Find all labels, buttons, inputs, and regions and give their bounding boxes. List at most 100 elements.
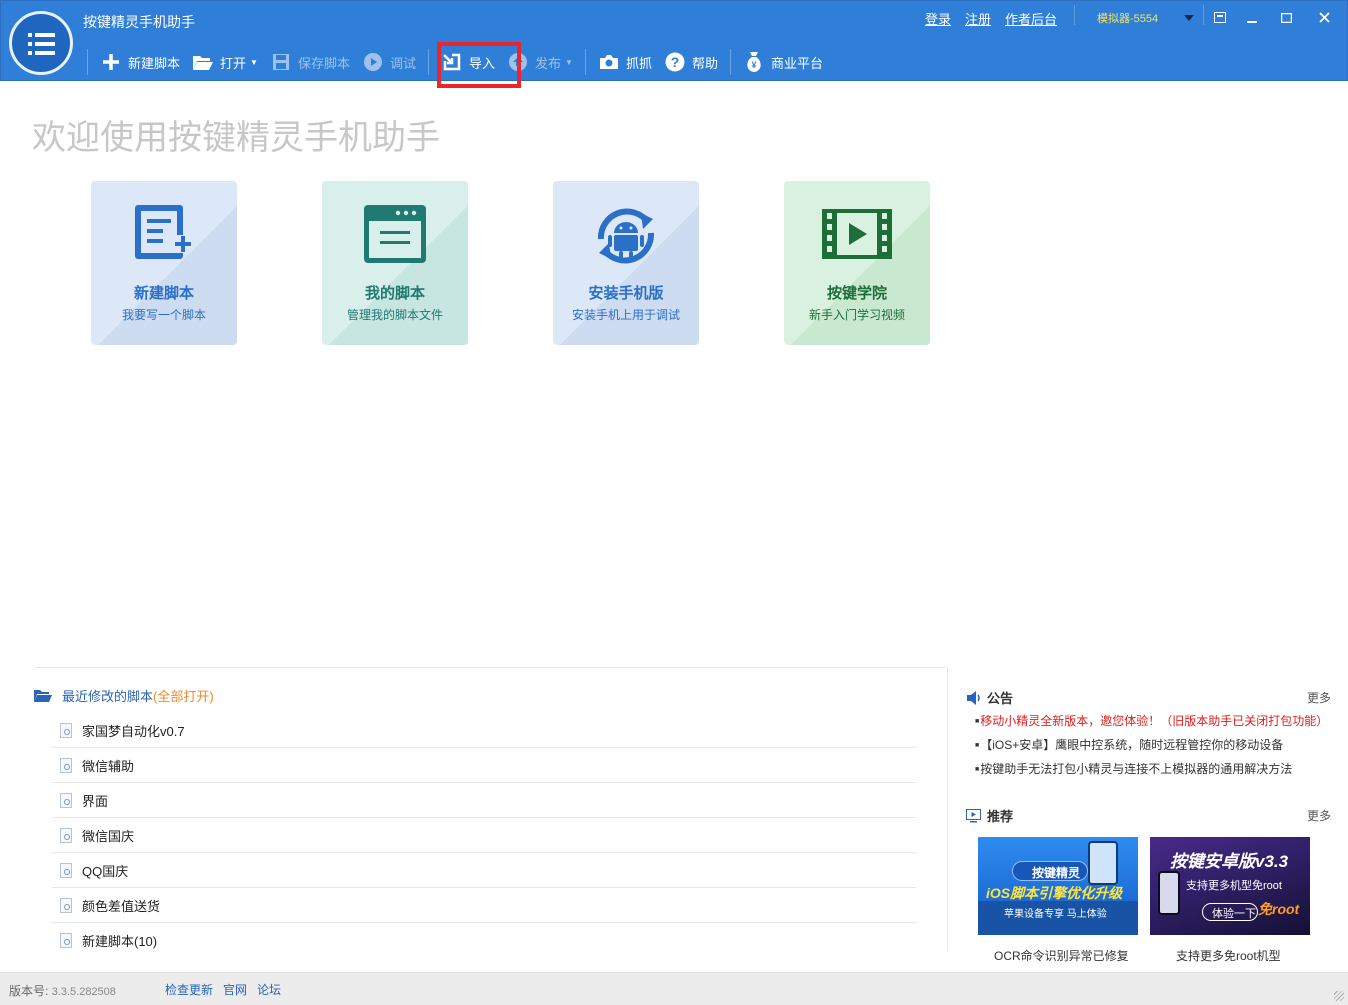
list-item-label: 颜色差值送货 (82, 898, 161, 914)
emulator-selector[interactable]: 模拟器-5554 (1097, 10, 1158, 26)
save-script-label: 保存脚本 (297, 55, 350, 71)
import-highlight-box (437, 42, 521, 88)
script-window-icon (364, 205, 426, 263)
camera-icon (598, 51, 620, 73)
play-icon (362, 51, 384, 73)
save-script-button[interactable]: 保存脚本 (264, 47, 356, 77)
maximize-icon (1280, 12, 1292, 24)
list-item[interactable]: 新建脚本(10) (52, 923, 916, 958)
new-script-icon (135, 205, 192, 259)
open-all-link[interactable]: (全部打开) (153, 686, 214, 705)
phone-icon (1088, 841, 1118, 885)
close-button[interactable] (1313, 7, 1335, 29)
list-item[interactable]: QQ国庆 (52, 853, 916, 888)
register-link[interactable]: 注册 (965, 9, 991, 28)
announcements-header: 公告 (966, 688, 1013, 707)
card-title: 我的脚本 (364, 285, 425, 302)
banner-badge: 免root (1258, 901, 1300, 917)
video-film-icon (822, 209, 892, 259)
main-menu-button[interactable] (9, 11, 73, 75)
debug-label: 调试 (389, 55, 416, 71)
list-item[interactable]: 界面 (52, 783, 916, 818)
open-label: 打开 (220, 55, 247, 71)
script-file-icon (60, 792, 72, 808)
card-my-scripts[interactable]: 我的脚本 管理我的脚本文件 (322, 181, 468, 345)
list-item-label: 家国梦自动化v0.7 (82, 723, 185, 739)
announcement-item[interactable]: 按键助手无法打包小精灵与连接不上模拟器的通用解决方法 (975, 760, 1335, 784)
recommend-more-link[interactable]: 更多 (1307, 807, 1331, 824)
skin-button[interactable] (1209, 7, 1231, 29)
check-update-link[interactable]: 检查更新 (165, 981, 213, 998)
list-item-label: QQ国庆 (82, 863, 129, 879)
card-install-mobile[interactable]: 安装手机版 安装手机上用于调试 (553, 181, 699, 345)
help-button[interactable]: ? 帮助 (658, 47, 724, 77)
banner-android-v33[interactable]: 按键安卓版v3.3 支持更多机型免root 体验一下 免root (1150, 837, 1310, 935)
new-script-button[interactable]: 新建脚本 (94, 47, 186, 77)
minimize-button[interactable] (1241, 7, 1263, 29)
publish-label: 发布 (535, 55, 562, 71)
announcement-item[interactable]: 移动小精灵全新版本，邀您体验！（旧版本助手已关闭打包功能） (975, 712, 1335, 736)
announcements-list: 移动小精灵全新版本，邀您体验！（旧版本助手已关闭打包功能） 【iOS+安卓】鹰眼… (975, 712, 1335, 784)
help-icon: ? (664, 51, 686, 73)
announcements-title: 公告 (987, 691, 1014, 706)
divider (729, 49, 731, 75)
top-links: 登录 注册 作者后台 (925, 9, 1057, 28)
capture-button[interactable]: 抓抓 (592, 47, 658, 77)
version-number: 3.3.5.282508 (51, 986, 116, 998)
banner-tagline: 体验一下 (1212, 908, 1256, 920)
divider (36, 667, 946, 668)
speaker-icon (967, 690, 980, 705)
banner-ios-engine[interactable]: 按键精灵 iOS脚本引擎优化升级 苹果设备专享 马上体验 (978, 837, 1138, 935)
maximize-button[interactable] (1275, 7, 1297, 29)
card-subtitle: 新手入门学习视频 (808, 308, 905, 322)
author-backend-link[interactable]: 作者后台 (1005, 9, 1057, 28)
list-item[interactable]: 微信国庆 (52, 818, 916, 853)
business-platform-button[interactable]: ¥ 商业平台 (737, 47, 829, 77)
version-label: 版本号: (9, 984, 49, 998)
caret-down-icon: ▼ (565, 57, 573, 67)
divider (87, 49, 88, 75)
phone-icon (1158, 871, 1180, 915)
banner-brand: 按键安卓版v3.3 (1170, 852, 1289, 871)
debug-button[interactable]: 调试 (356, 47, 422, 77)
card-subtitle: 我要写一个脚本 (121, 308, 206, 322)
recent-scripts-list: 家国梦自动化v0.7 微信辅助 界面 微信国庆 QQ国庆 颜色差值送货 新建脚本… (52, 713, 916, 958)
divider (1074, 5, 1075, 25)
folder-open-icon (192, 51, 214, 73)
card-new-script[interactable]: 新建脚本 我要写一个脚本 (91, 181, 237, 345)
card-subtitle: 管理我的脚本文件 (346, 308, 443, 322)
recent-scripts-title: 最近修改的脚本 (62, 689, 154, 704)
divider (427, 49, 429, 75)
android-sync-icon (597, 208, 655, 264)
login-link[interactable]: 登录 (925, 9, 951, 28)
announcements-more-link[interactable]: 更多 (1307, 689, 1331, 706)
chevron-down-icon[interactable] (1184, 15, 1194, 21)
list-item[interactable]: 微信辅助 (52, 748, 916, 783)
svg-text:?: ? (671, 54, 680, 70)
banner-tagline: 苹果设备专享 马上体验 (1004, 909, 1107, 920)
script-file-icon (60, 722, 72, 738)
divider (1203, 5, 1204, 25)
forum-link[interactable]: 论坛 (257, 981, 281, 998)
save-icon (270, 51, 292, 73)
resize-grip-icon[interactable] (1334, 991, 1344, 1001)
banner-caption[interactable]: 支持更多免root机型 (1176, 947, 1281, 964)
list-item-label: 微信辅助 (82, 758, 135, 774)
banner-caption[interactable]: OCR命令识别异常已修复 (994, 947, 1129, 964)
version-info: 版本号: 3.3.5.282508 (9, 982, 116, 999)
card-title: 按键学院 (826, 285, 887, 302)
official-site-link[interactable]: 官网 (223, 981, 247, 998)
card-academy[interactable]: 按键学院 新手入门学习视频 (784, 181, 930, 345)
recent-scripts-header: 最近修改的脚本 (全部打开) (34, 686, 214, 705)
list-item[interactable]: 家国梦自动化v0.7 (52, 713, 916, 748)
list-item-label: 微信国庆 (82, 828, 135, 844)
banner-headline: iOS脚本引擎优化升级 (986, 885, 1123, 901)
list-item[interactable]: 颜色差值送货 (52, 888, 916, 923)
plus-icon (100, 51, 122, 73)
business-platform-label: 商业平台 (770, 55, 823, 71)
open-button[interactable]: 打开 ▼ (186, 47, 264, 77)
card-title: 安装手机版 (588, 285, 664, 302)
announcement-item[interactable]: 【iOS+安卓】鹰眼中控系统，随时远程管控你的移动设备 (975, 736, 1335, 760)
folder-icon (34, 690, 52, 702)
list-item-label: 新建脚本(10) (82, 934, 158, 949)
